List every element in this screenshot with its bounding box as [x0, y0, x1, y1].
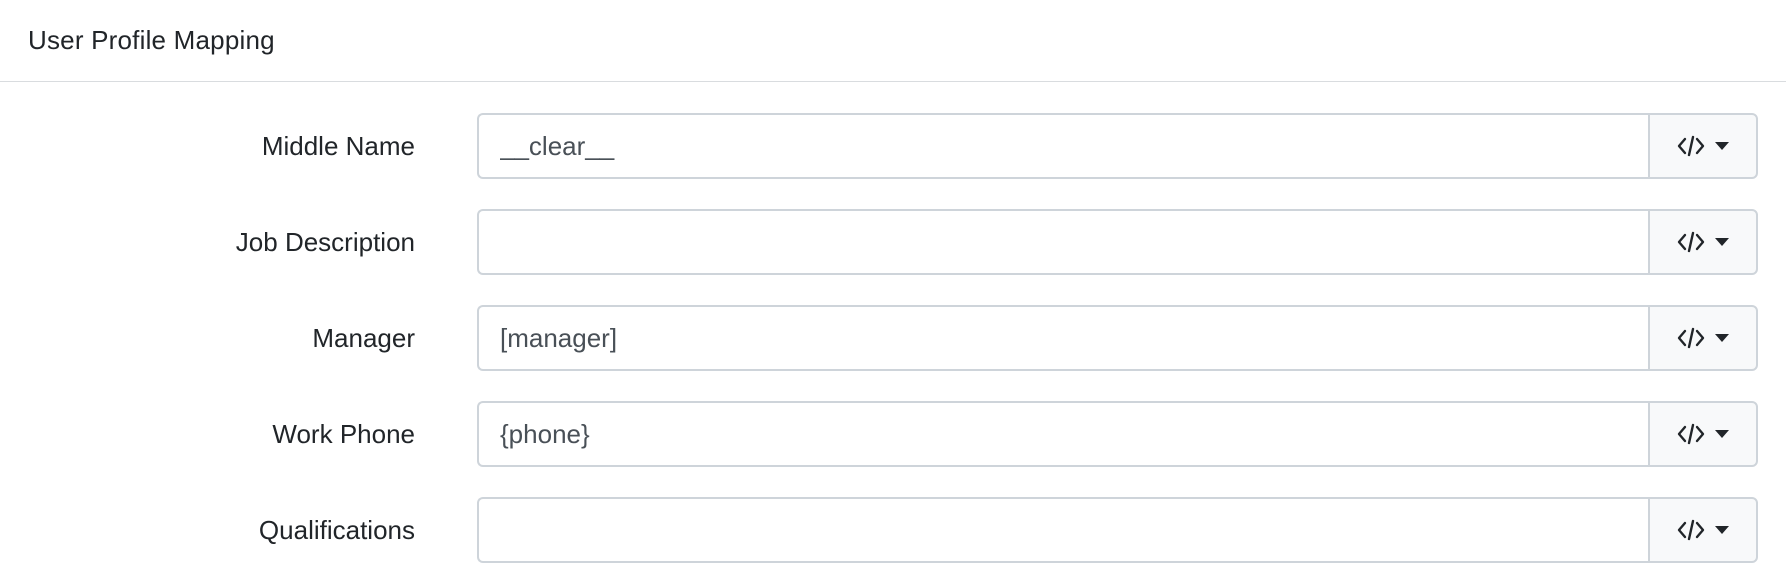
field-row-manager: Manager [0, 305, 1786, 371]
field-row-qualifications: Qualifications [0, 497, 1786, 563]
middle-name-input[interactable] [477, 113, 1648, 179]
caret-down-icon [1715, 430, 1729, 438]
job-description-input[interactable] [477, 209, 1648, 275]
input-group [477, 209, 1758, 275]
code-icon [1677, 230, 1705, 254]
field-row-middle-name: Middle Name [0, 113, 1786, 179]
user-profile-mapping-card: User Profile Mapping Middle Name Job Des… [0, 0, 1786, 584]
insert-variable-button[interactable] [1648, 209, 1758, 275]
field-row-job-description: Job Description [0, 209, 1786, 275]
field-label: Middle Name [261, 130, 415, 161]
card-header: User Profile Mapping [0, 0, 1786, 82]
work-phone-input[interactable] [477, 401, 1648, 467]
field-label: Qualifications [258, 514, 415, 545]
mapping-form: Middle Name Job Description [0, 82, 1786, 563]
input-group [477, 305, 1758, 371]
manager-input[interactable] [477, 305, 1648, 371]
input-group [477, 113, 1758, 179]
caret-down-icon [1715, 334, 1729, 342]
code-icon [1677, 134, 1705, 158]
field-label: Manager [312, 322, 415, 353]
field-label: Job Description [235, 226, 415, 257]
insert-variable-button[interactable] [1648, 401, 1758, 467]
page-title: User Profile Mapping [28, 25, 275, 55]
code-icon [1677, 422, 1705, 446]
caret-down-icon [1715, 142, 1729, 150]
caret-down-icon [1715, 238, 1729, 246]
field-label: Work Phone [272, 418, 415, 449]
caret-down-icon [1715, 526, 1729, 534]
code-icon [1677, 518, 1705, 542]
insert-variable-button[interactable] [1648, 113, 1758, 179]
input-group [477, 497, 1758, 563]
code-icon [1677, 326, 1705, 350]
insert-variable-button[interactable] [1648, 305, 1758, 371]
insert-variable-button[interactable] [1648, 497, 1758, 563]
field-row-work-phone: Work Phone [0, 401, 1786, 467]
input-group [477, 401, 1758, 467]
qualifications-input[interactable] [477, 497, 1648, 563]
